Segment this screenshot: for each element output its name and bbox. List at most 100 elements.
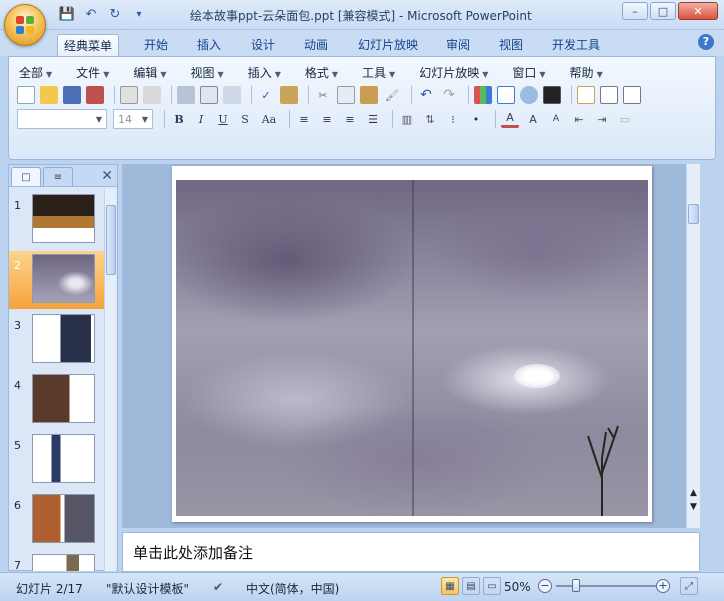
grow-font-icon[interactable]: A	[524, 110, 542, 128]
columns-icon[interactable]: ▥	[398, 110, 416, 128]
picture-book-illustration[interactable]	[176, 180, 648, 516]
shrink-font-icon[interactable]: A	[547, 110, 565, 128]
cut-icon[interactable]: ✂	[314, 86, 332, 104]
spelling-icon[interactable]: ✓	[257, 86, 275, 104]
help-icon[interactable]: ?	[698, 34, 714, 50]
outline-toggle-icon[interactable]: ▭	[616, 110, 634, 128]
save-icon[interactable]: 💾	[58, 6, 76, 22]
office-button[interactable]	[4, 4, 46, 46]
decrease-indent-icon[interactable]: ⇤	[570, 110, 588, 128]
tab-home[interactable]: 开始	[138, 34, 174, 56]
slide-layout-icon[interactable]	[600, 86, 618, 104]
current-slide[interactable]	[172, 166, 652, 522]
tab-view[interactable]: 视图	[493, 34, 529, 56]
tab-animation[interactable]: 动画	[298, 34, 334, 56]
slide-thumbnail-selected[interactable]: 2	[9, 251, 107, 309]
new-slide-icon[interactable]	[577, 86, 595, 104]
open-folder-icon[interactable]	[40, 86, 58, 104]
scrollbar-thumb[interactable]	[106, 205, 116, 275]
close-button[interactable]: ✕	[678, 2, 718, 20]
align-right-icon[interactable]: ≡	[341, 110, 359, 128]
copy-icon[interactable]	[337, 86, 355, 104]
design-icon[interactable]	[623, 86, 641, 104]
increase-indent-icon[interactable]: ⇥	[593, 110, 611, 128]
tab-classic-menu[interactable]: 经典菜单	[57, 34, 120, 56]
spell-check-icon[interactable]: ✔	[213, 580, 223, 594]
minimize-button[interactable]: –	[622, 2, 648, 20]
redo-icon[interactable]: ↷	[440, 86, 458, 104]
print-icon[interactable]	[177, 86, 195, 104]
font-color-icon[interactable]: A	[501, 110, 519, 128]
font-size-combo[interactable]: 14 ▼	[113, 109, 153, 129]
slide-thumbnail[interactable]: 7	[9, 551, 107, 571]
menu-format[interactable]: 格式 ▼	[305, 64, 338, 81]
menu-file[interactable]: 文件 ▼	[76, 64, 109, 81]
new-document-icon[interactable]	[17, 86, 35, 104]
menu-view[interactable]: 视图 ▼	[191, 64, 224, 81]
notes-pane[interactable]: 单击此处添加备注	[122, 532, 700, 572]
maximize-button[interactable]: □	[650, 2, 676, 20]
menu-insert[interactable]: 插入 ▼	[248, 64, 281, 81]
menu-tools[interactable]: 工具 ▼	[362, 64, 395, 81]
color-grayscale-icon[interactable]	[543, 86, 561, 104]
justify-icon[interactable]: ☰	[364, 110, 382, 128]
tab-developer[interactable]: 开发工具	[546, 34, 606, 56]
tab-insert[interactable]: 插入	[191, 34, 227, 56]
thesaurus-icon[interactable]	[280, 86, 298, 104]
slide-thumbnail[interactable]: 4	[9, 371, 107, 429]
bullets-icon[interactable]: •	[467, 110, 485, 128]
slides-pane-scrollbar[interactable]	[104, 189, 116, 571]
zoom-slider[interactable]	[556, 579, 656, 592]
font-name-combo[interactable]: ▼	[17, 109, 107, 129]
prev-next-slide-buttons[interactable]: ▲ ▼	[688, 486, 699, 514]
underline-button[interactable]: U	[214, 110, 232, 128]
text-direction-icon[interactable]: ⇅	[421, 110, 439, 128]
slideshow-view-button[interactable]: ▭	[483, 577, 501, 595]
zoom-in-button[interactable]: +	[656, 579, 670, 593]
save-icon[interactable]	[63, 86, 81, 104]
zoom-out-button[interactable]: −	[538, 579, 552, 593]
menu-help[interactable]: 帮助 ▼	[570, 64, 603, 81]
print-preview-icon[interactable]	[200, 86, 218, 104]
email-icon[interactable]	[120, 86, 138, 104]
fit-to-window-icon[interactable]: ⤢	[680, 577, 698, 595]
insert-table-icon[interactable]	[497, 86, 515, 104]
undo-icon[interactable]: ↶	[82, 6, 100, 22]
italic-button[interactable]: I	[192, 110, 210, 128]
language-indicator[interactable]: 中文(简体，中国)	[246, 580, 339, 597]
zoom-slider-knob[interactable]	[572, 579, 580, 592]
slide-scrollbar[interactable]: ▲ ▼	[686, 164, 700, 528]
tab-outline[interactable]: ≡	[43, 167, 73, 186]
numbering-icon[interactable]: ⁝	[444, 110, 462, 128]
insert-chart-icon[interactable]	[474, 86, 492, 104]
tab-design[interactable]: 设计	[245, 34, 281, 56]
paste-icon[interactable]	[360, 86, 378, 104]
permission-icon[interactable]	[86, 86, 104, 104]
menu-edit[interactable]: 编辑 ▼	[133, 64, 166, 81]
redo-icon[interactable]: ↻	[106, 6, 124, 22]
menu-window[interactable]: 窗口 ▼	[512, 64, 545, 81]
align-left-icon[interactable]: ≡	[295, 110, 313, 128]
shadow-button[interactable]: S	[236, 110, 254, 128]
align-center-icon[interactable]: ≡	[318, 110, 336, 128]
tab-review[interactable]: 审阅	[440, 34, 476, 56]
customize-qat-icon[interactable]: ▾	[130, 6, 148, 22]
tab-slides[interactable]: □	[11, 167, 41, 186]
bold-button[interactable]: B	[170, 110, 188, 128]
slide-thumbnail[interactable]: 6	[9, 491, 107, 549]
insert-picture-icon[interactable]	[520, 86, 538, 104]
change-case-button[interactable]: Aa	[258, 110, 280, 128]
format-painter-icon[interactable]: 🖌	[383, 86, 401, 104]
slide-thumbnail[interactable]: 5	[9, 431, 107, 489]
slide-thumbnail[interactable]: 1	[9, 191, 107, 249]
tab-slideshow[interactable]: 幻灯片放映	[352, 34, 424, 56]
zoom-level[interactable]: 50%	[504, 580, 531, 594]
scrollbar-thumb[interactable]	[688, 204, 699, 224]
attachment-icon[interactable]	[143, 86, 161, 104]
slide-sorter-view-button[interactable]: ▤	[462, 577, 480, 595]
research-icon[interactable]	[223, 86, 241, 104]
menu-all[interactable]: 全部 ▼	[19, 64, 52, 81]
undo-icon[interactable]: ↶	[417, 86, 435, 104]
slide-thumbnail[interactable]: 3	[9, 311, 107, 369]
normal-view-button[interactable]: ▦	[441, 577, 459, 595]
